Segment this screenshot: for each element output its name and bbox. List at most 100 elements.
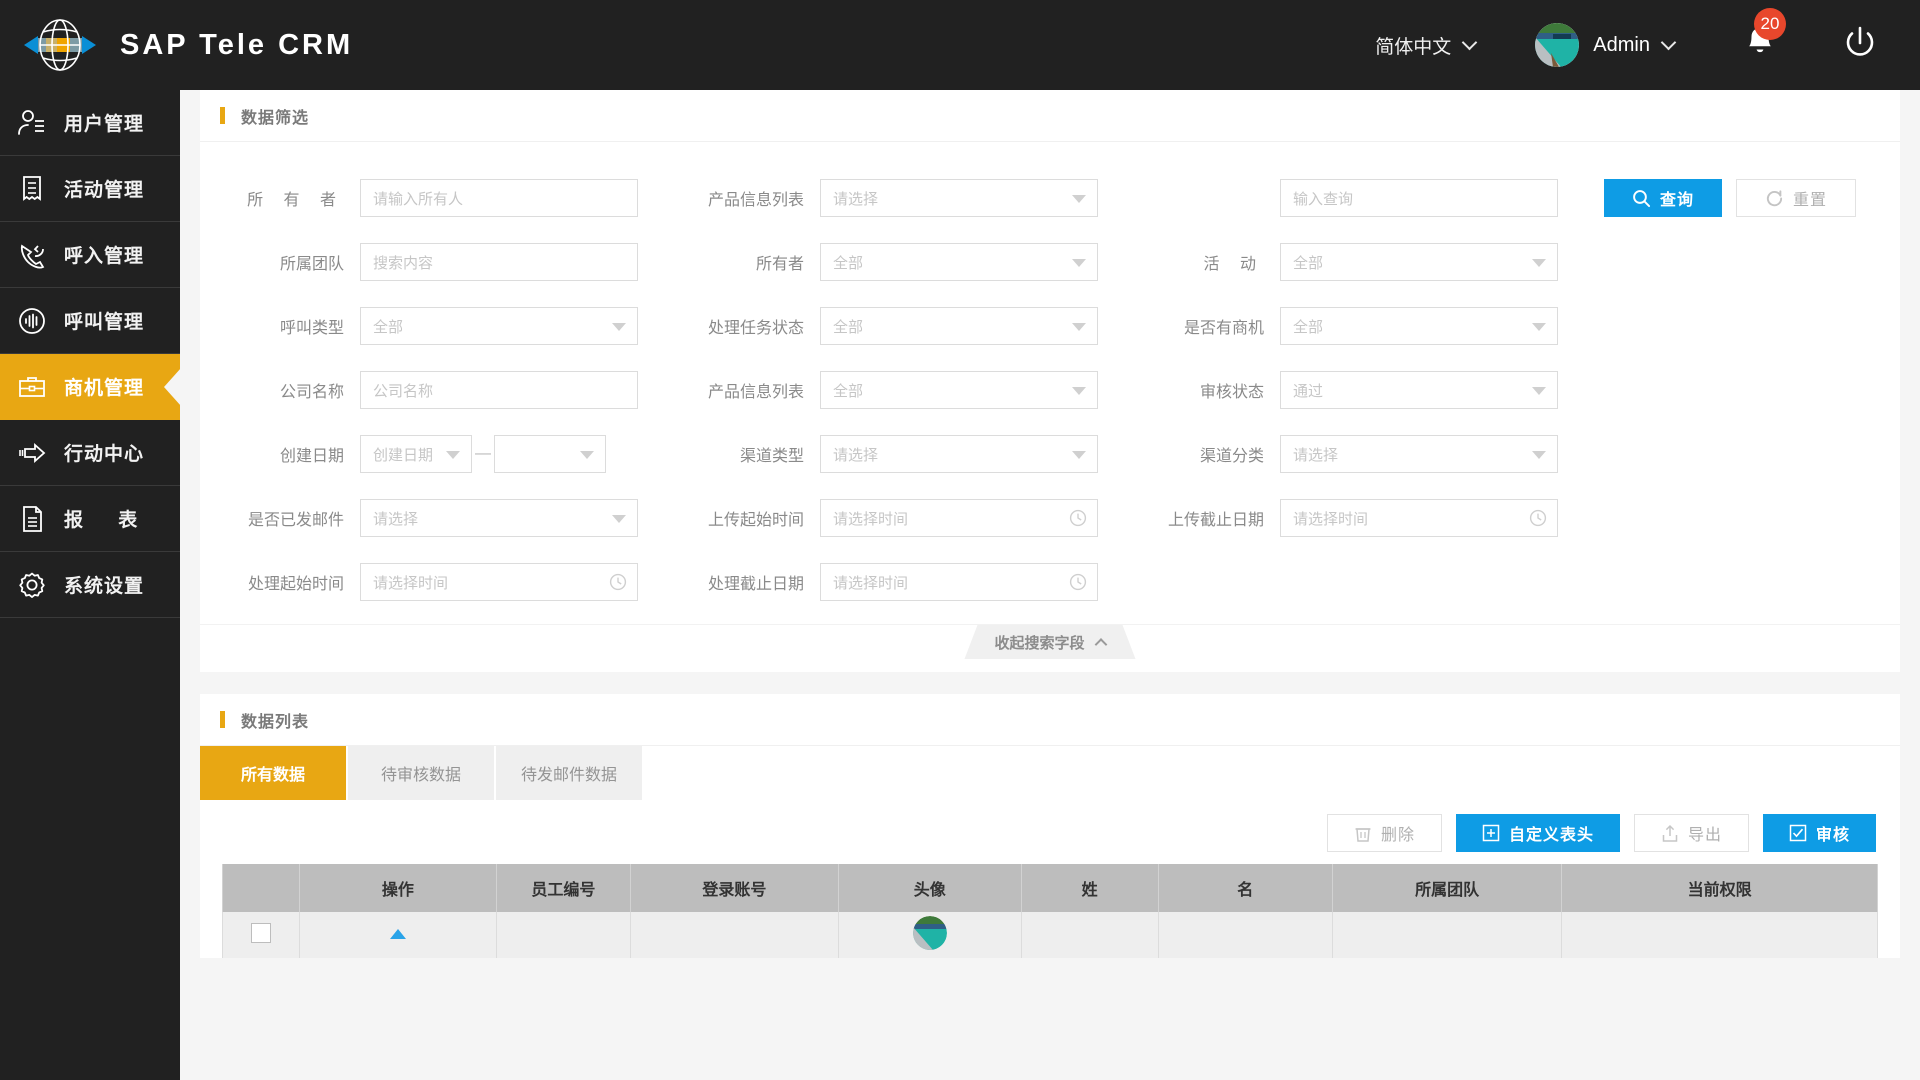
selected-value: 全部 bbox=[373, 318, 404, 336]
create-date-from[interactable]: 创建日期 bbox=[360, 435, 472, 473]
sidebar-nav: 用户管理 活动管理 呼入管理 呼叫管理 商机管理 行动中心 报 表 系统设置 bbox=[0, 90, 181, 1080]
accent-bar bbox=[220, 107, 225, 124]
activity-icon bbox=[0, 173, 64, 205]
selected-value: 请选择 bbox=[833, 446, 879, 464]
header-right-cluster: 简体中文 Admin 20 bbox=[1375, 0, 1920, 90]
table-header-cell[interactable]: 名 bbox=[1157, 864, 1333, 912]
sidebar-item-activity-management[interactable]: 活动管理 bbox=[0, 156, 180, 222]
filter-label: 呼叫类型 bbox=[279, 320, 344, 337]
clock-icon bbox=[1529, 509, 1547, 531]
call-type-select[interactable]: 全部 bbox=[360, 307, 638, 345]
chevron-down-icon bbox=[446, 451, 460, 459]
notifications-button[interactable]: 20 bbox=[1742, 7, 1786, 67]
export-button[interactable]: 导出 bbox=[1633, 814, 1749, 852]
owner-select[interactable]: 全部 bbox=[820, 243, 1098, 281]
row-checkbox[interactable] bbox=[251, 922, 272, 943]
brand-logo[interactable]: SAP Tele CRM bbox=[22, 18, 353, 72]
row-select-cell[interactable] bbox=[221, 912, 301, 958]
reset-button[interactable]: 重置 bbox=[1736, 179, 1856, 217]
create-date-to[interactable] bbox=[494, 435, 606, 473]
upload-start-time[interactable]: 请选择时间 bbox=[820, 499, 1098, 537]
upload-end-time[interactable]: 请选择时间 bbox=[1280, 499, 1558, 537]
user-menu[interactable]: Admin bbox=[1535, 23, 1677, 67]
placeholder-text: 搜索内容 bbox=[373, 254, 434, 272]
sidebar-item-report[interactable]: 报 表 bbox=[0, 486, 180, 552]
channel-type-select[interactable]: 请选择 bbox=[820, 435, 1098, 473]
user-manage-icon bbox=[0, 107, 64, 139]
logout-button[interactable] bbox=[1840, 23, 1880, 68]
user-name-label: Admin bbox=[1593, 33, 1650, 56]
process-end-time[interactable]: 请选择时间 bbox=[820, 563, 1098, 601]
customize-header-button[interactable]: 自定义表头 bbox=[1455, 814, 1620, 852]
query-input[interactable]: 输入查询 bbox=[1280, 179, 1558, 217]
reset-button-label: 重置 bbox=[1792, 192, 1827, 209]
filter-label: 审核状态 bbox=[1199, 384, 1264, 401]
table-header-cell[interactable]: 姓 bbox=[1020, 864, 1159, 912]
action-center-icon bbox=[0, 437, 64, 469]
tab-label: 待审核数据 bbox=[380, 767, 461, 784]
table-header-cell[interactable]: 当前权限 bbox=[1561, 864, 1878, 912]
collapse-search-label: 收起搜索字段 bbox=[994, 634, 1085, 652]
language-selector[interactable]: 简体中文 bbox=[1375, 32, 1478, 59]
row-action-cell[interactable] bbox=[299, 912, 497, 958]
product-list-select[interactable]: 请选择 bbox=[820, 179, 1098, 217]
has-opportunity-select[interactable]: 全部 bbox=[1280, 307, 1558, 345]
filter-label: 公司名称 bbox=[279, 384, 344, 401]
collapse-search-button[interactable]: 收起搜索字段 bbox=[964, 625, 1135, 659]
sidebar-item-call-management[interactable]: 呼叫管理 bbox=[0, 288, 180, 354]
filter-row: 所属团队 搜索内容 所有者 全部 活 动 全部 bbox=[200, 230, 1900, 294]
filter-label: 处理任务状态 bbox=[707, 320, 804, 337]
tab-all-data[interactable]: 所有数据 bbox=[200, 746, 348, 800]
audit-status-select[interactable]: 通过 bbox=[1280, 371, 1558, 409]
placeholder-text: 公司名称 bbox=[373, 382, 434, 400]
filter-label: 处理起始时间 bbox=[247, 576, 344, 593]
selected-value: 全部 bbox=[833, 254, 864, 272]
top-header-bar: SAP Tele CRM 简体中文 Admin 20 bbox=[0, 0, 1920, 90]
search-button[interactable]: 查询 bbox=[1604, 179, 1722, 217]
report-icon bbox=[0, 503, 64, 535]
channel-category-select[interactable]: 请选择 bbox=[1280, 435, 1558, 473]
chevron-down-icon bbox=[612, 515, 626, 523]
collapse-search-area: 收起搜索字段 bbox=[200, 624, 1900, 672]
mail-sent-select[interactable]: 请选择 bbox=[360, 499, 638, 537]
chevron-up-icon[interactable] bbox=[389, 929, 406, 939]
brand-title: SAP Tele CRM bbox=[120, 28, 354, 61]
tab-pending-audit-data[interactable]: 待审核数据 bbox=[348, 746, 496, 800]
clock-icon bbox=[1069, 509, 1087, 531]
activity-select[interactable]: 全部 bbox=[1280, 243, 1558, 281]
table-header-cell[interactable]: 头像 bbox=[837, 864, 1022, 912]
plus-box-icon bbox=[1482, 824, 1500, 842]
audit-button[interactable]: 审核 bbox=[1762, 814, 1876, 852]
process-start-time[interactable]: 请选择时间 bbox=[360, 563, 638, 601]
tab-pending-mail-data[interactable]: 待发邮件数据 bbox=[496, 746, 644, 800]
filter-panel-header: 数据筛选 bbox=[200, 90, 1900, 142]
chevron-down-icon bbox=[1660, 34, 1677, 50]
table-header-cell[interactable]: 操作 bbox=[299, 864, 497, 912]
selected-value: 请选择 bbox=[1293, 446, 1339, 464]
sidebar-item-inbound-call[interactable]: 呼入管理 bbox=[0, 222, 180, 288]
table-header-cell[interactable]: 员工编号 bbox=[495, 864, 632, 912]
delete-button[interactable]: 删除 bbox=[1326, 814, 1442, 852]
owner-input[interactable]: 请输入所有人 bbox=[360, 179, 638, 217]
sidebar-item-label: 行动中心 bbox=[64, 444, 145, 465]
avatar bbox=[912, 915, 947, 950]
sidebar-item-system-settings[interactable]: 系统设置 bbox=[0, 552, 180, 618]
table-header-cell[interactable]: 所属团队 bbox=[1331, 864, 1563, 912]
globe-logo-icon bbox=[22, 18, 98, 72]
table-header-cell[interactable] bbox=[221, 864, 301, 912]
product-list-select-2[interactable]: 全部 bbox=[820, 371, 1098, 409]
company-name-input[interactable]: 公司名称 bbox=[360, 371, 638, 409]
sidebar-item-action-center[interactable]: 行动中心 bbox=[0, 420, 180, 486]
filter-label: 创建日期 bbox=[279, 448, 344, 465]
table-header-cell[interactable]: 登录账号 bbox=[630, 864, 839, 912]
sidebar-item-opportunity-management[interactable]: 商机管理 bbox=[0, 354, 181, 420]
sidebar-item-user-management[interactable]: 用户管理 bbox=[0, 90, 180, 156]
export-button-label: 导出 bbox=[1687, 827, 1722, 844]
task-status-select[interactable]: 全部 bbox=[820, 307, 1098, 345]
chevron-down-icon bbox=[1532, 323, 1546, 331]
filter-label: 所有者 bbox=[755, 256, 804, 273]
chevron-down-icon bbox=[1072, 451, 1086, 459]
filter-label: 所 有 者 bbox=[247, 192, 344, 209]
chevron-down-icon bbox=[1532, 451, 1546, 459]
team-input[interactable]: 搜索内容 bbox=[360, 243, 638, 281]
